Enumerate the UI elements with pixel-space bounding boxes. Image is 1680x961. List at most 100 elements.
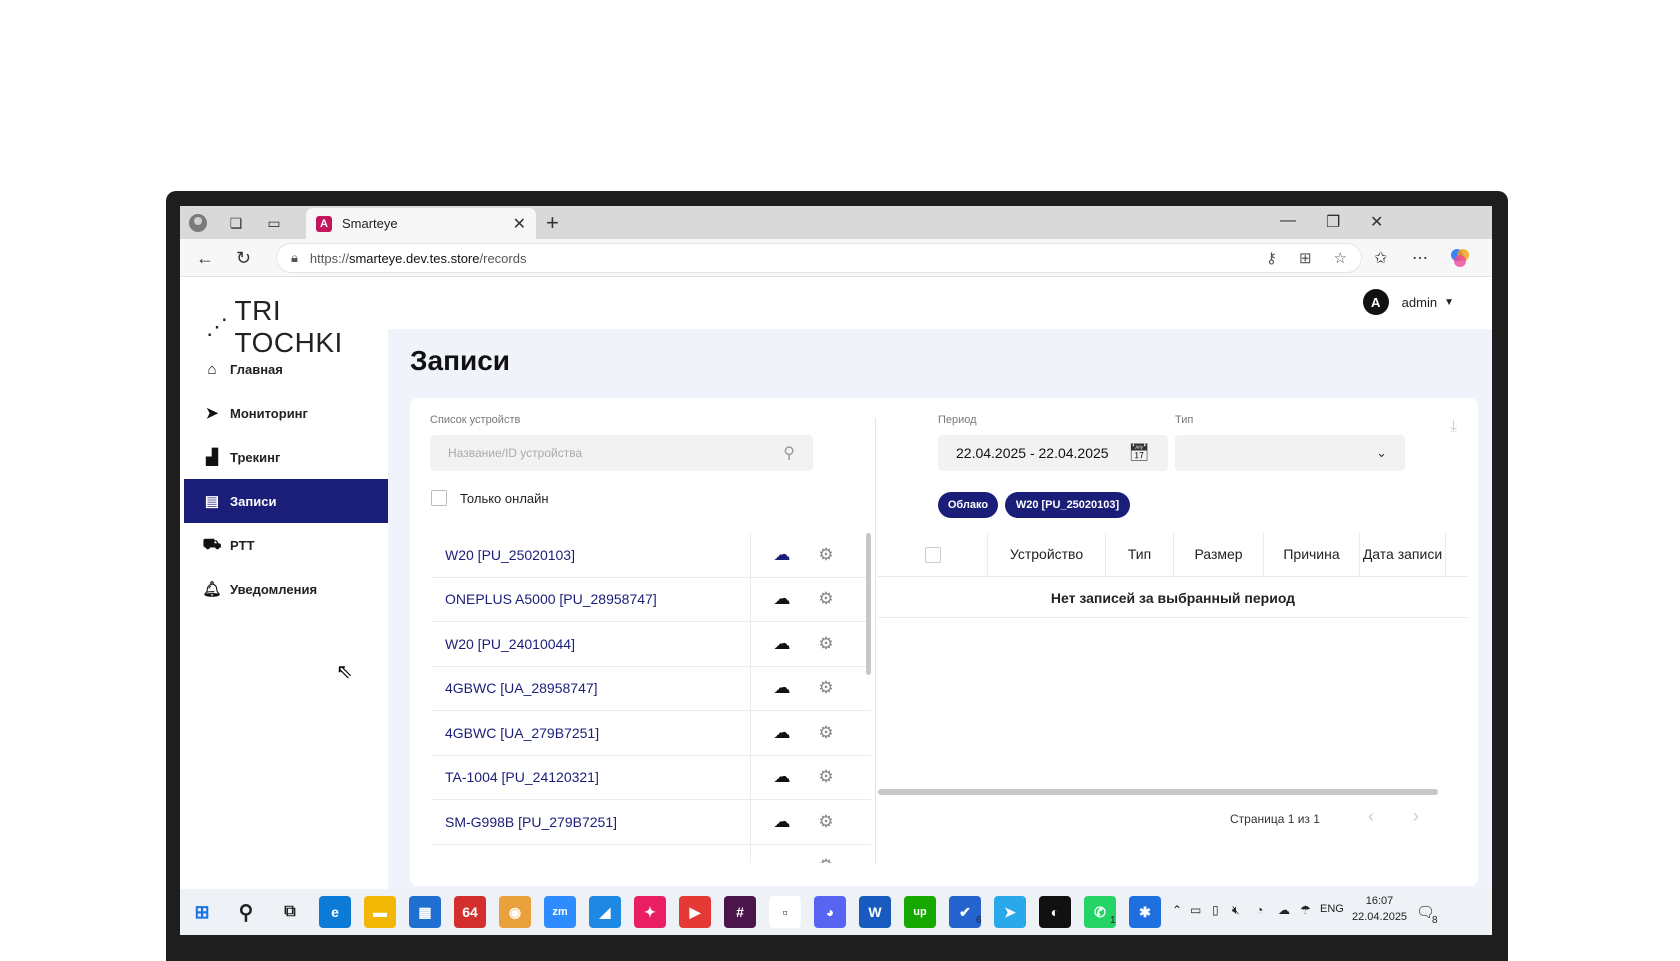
device-name[interactable]: TA-1004 [PU_24120321]	[431, 755, 751, 799]
network-icon[interactable]: ◔	[1256, 903, 1263, 917]
device-name[interactable]: 4GBWC [UA_279B7251]	[431, 711, 751, 755]
app-grid-icon[interactable]: ✱	[1129, 896, 1161, 928]
task-view-icon[interactable]: ⧉	[274, 896, 306, 928]
download-icon[interactable]: ⤓	[1450, 418, 1457, 436]
sidebar-item-tracking[interactable]: ▟ Трекинг	[180, 435, 388, 479]
reload-icon[interactable]: ↻	[236, 248, 251, 269]
period-input[interactable]: 22.04.2025 - 22.04.2025 📅︎	[938, 435, 1168, 471]
device-name[interactable]: SM-G998B [PU_279B7251]	[431, 800, 751, 844]
list-item[interactable]: 4GBWC [UA_28958747] ☁ ⚙	[431, 666, 871, 711]
chrome-icon[interactable]: ◉	[499, 896, 531, 928]
checkbox-box[interactable]	[431, 490, 447, 506]
table-horizontal-scrollbar[interactable]	[878, 789, 1438, 795]
cloud-icon[interactable]: ☁	[765, 589, 799, 609]
select-all-checkbox[interactable]	[924, 546, 941, 563]
new-tab-icon[interactable]: +	[546, 210, 559, 236]
tray-chevron-icon[interactable]: ⌃	[1172, 903, 1182, 917]
cloud-icon[interactable]: ☁	[765, 856, 799, 863]
column-record-date[interactable]: Дата записи	[1360, 532, 1446, 577]
apps-icon[interactable]: ⊞	[1299, 249, 1312, 267]
sidebar-item-monitoring[interactable]: ➤ Мониторинг	[180, 391, 388, 435]
list-item[interactable]: ONEPLUS A5000 [PU_28958747] ☁ ⚙	[431, 577, 871, 622]
device-list-scrollbar[interactable]	[866, 533, 871, 675]
column-device[interactable]: Устройство	[988, 532, 1106, 577]
device-name[interactable]: ONEPLUS A5000 [PU_28958747]	[431, 577, 751, 621]
filter-chip-cloud[interactable]: Облако	[938, 492, 998, 518]
list-item[interactable]: 4GBWC [UA_279B7251] ☁ ⚙	[431, 711, 871, 756]
cloud-icon[interactable]: ☁	[765, 723, 799, 743]
telegram-icon[interactable]: ➤	[994, 896, 1026, 928]
filter-chip-device[interactable]: W20 [PU_25020103]	[1005, 492, 1130, 518]
sidebar-item-notifications[interactable]: 🔔︎ Уведомления	[180, 567, 388, 611]
onedrive-icon[interactable]: ☁	[1278, 903, 1290, 917]
app-dark-icon[interactable]: ◐	[1039, 896, 1071, 928]
copilot-icon[interactable]	[1450, 248, 1470, 273]
cloud-icon[interactable]: ☁	[765, 812, 799, 832]
camera-settings-icon[interactable]: ⚙	[809, 545, 843, 565]
url-text[interactable]: https://smarteye.dev.tes.store/records	[310, 251, 1244, 266]
workspaces-icon[interactable]: ❏	[226, 213, 246, 233]
column-type[interactable]: Тип	[1106, 532, 1174, 577]
next-page-icon[interactable]: ›	[1413, 806, 1419, 827]
zoom-icon[interactable]: zm	[544, 896, 576, 928]
store-icon[interactable]: ▦	[409, 896, 441, 928]
cloud-icon[interactable]: ☁	[765, 767, 799, 787]
upwork-icon[interactable]: up	[904, 896, 936, 928]
prev-page-icon[interactable]: ‹	[1368, 806, 1374, 827]
list-item[interactable]: W20 [PU_25020103] ☁ ⚙	[431, 533, 871, 578]
tab-actions-icon[interactable]: ▭	[264, 213, 284, 233]
file-explorer-icon[interactable]: ▬	[364, 896, 396, 928]
address-bar[interactable]: 🔒︎ https://smarteye.dev.tes.store/record…	[276, 243, 1362, 273]
app-64-icon[interactable]: 64	[454, 896, 486, 928]
edge-icon[interactable]: e	[319, 896, 351, 928]
user-menu[interactable]: A admin ▼	[1362, 289, 1454, 315]
search-icon[interactable]: ⚲	[230, 896, 262, 928]
cloud-icon[interactable]: ☁	[765, 634, 799, 654]
media-player-icon[interactable]: ▶	[679, 896, 711, 928]
camera-settings-icon[interactable]: ⚙	[809, 812, 843, 832]
word-icon[interactable]: W	[859, 896, 891, 928]
sidebar-item-records[interactable]: ▤ Записи	[184, 479, 388, 523]
list-item[interactable]: ☁⚙	[431, 844, 871, 863]
close-tab-icon[interactable]: ✕	[513, 214, 526, 234]
device-name[interactable]: 4GBWC [UA_28958747]	[431, 666, 751, 710]
camera-settings-icon[interactable]: ⚙	[809, 723, 843, 743]
browser-tab[interactable]: A Smarteye ✕	[306, 208, 536, 239]
tray-app-icon[interactable]: ▭	[1190, 903, 1201, 917]
more-icon[interactable]: ⋯	[1412, 248, 1428, 268]
app-blue-icon[interactable]: ◢	[589, 896, 621, 928]
restore-icon[interactable]: ❐	[1326, 212, 1340, 232]
column-reason[interactable]: Причина	[1264, 532, 1360, 577]
figma-icon[interactable]: ✦	[634, 896, 666, 928]
discord-icon[interactable]: ◕	[814, 896, 846, 928]
weather-icon[interactable]: ☂	[1300, 903, 1311, 917]
key-icon[interactable]: ⚷	[1266, 249, 1277, 267]
close-window-icon[interactable]: ✕	[1370, 212, 1383, 232]
camera-settings-icon[interactable]: ⚙	[809, 856, 843, 863]
clock[interactable]: 16:07 22.04.2025	[1352, 893, 1407, 925]
camera-settings-icon[interactable]: ⚙	[809, 589, 843, 609]
language-indicator[interactable]: ENG	[1320, 903, 1344, 915]
app-white-icon[interactable]: ▫	[769, 896, 801, 928]
volume-mute-icon[interactable]: 🔇︎	[1232, 903, 1240, 918]
search-icon[interactable]: ⚲	[783, 443, 795, 463]
tray-battery-icon[interactable]: ▯	[1212, 903, 1219, 917]
device-name[interactable]: W20 [PU_25020103]	[431, 533, 751, 577]
cloud-icon[interactable]: ☁	[765, 678, 799, 698]
type-select[interactable]: ⌄	[1175, 435, 1405, 471]
favorite-star-icon[interactable]: ☆	[1334, 249, 1347, 267]
list-item[interactable]: SM-G998B [PU_279B7251] ☁ ⚙	[431, 800, 871, 845]
minimize-icon[interactable]: —	[1280, 212, 1296, 230]
calendar-icon[interactable]: 📅︎	[1128, 443, 1150, 463]
device-search-input[interactable]: Название/ID устройства ⚲	[430, 435, 813, 471]
windows-start-icon[interactable]: ⊞	[186, 896, 218, 928]
column-size[interactable]: Размер	[1174, 532, 1264, 577]
online-only-checkbox[interactable]: Только онлайн	[431, 490, 549, 506]
sidebar-item-ptt[interactable]: ⛟ PTT	[180, 523, 388, 567]
cloud-icon[interactable]: ☁	[765, 545, 799, 565]
sidebar-item-home[interactable]: ⌂ Главная	[180, 347, 388, 391]
profile-avatar-icon[interactable]	[188, 213, 208, 233]
slack-icon[interactable]: #	[724, 896, 756, 928]
camera-settings-icon[interactable]: ⚙	[809, 634, 843, 654]
favorites-icon[interactable]: ✩	[1374, 248, 1387, 268]
